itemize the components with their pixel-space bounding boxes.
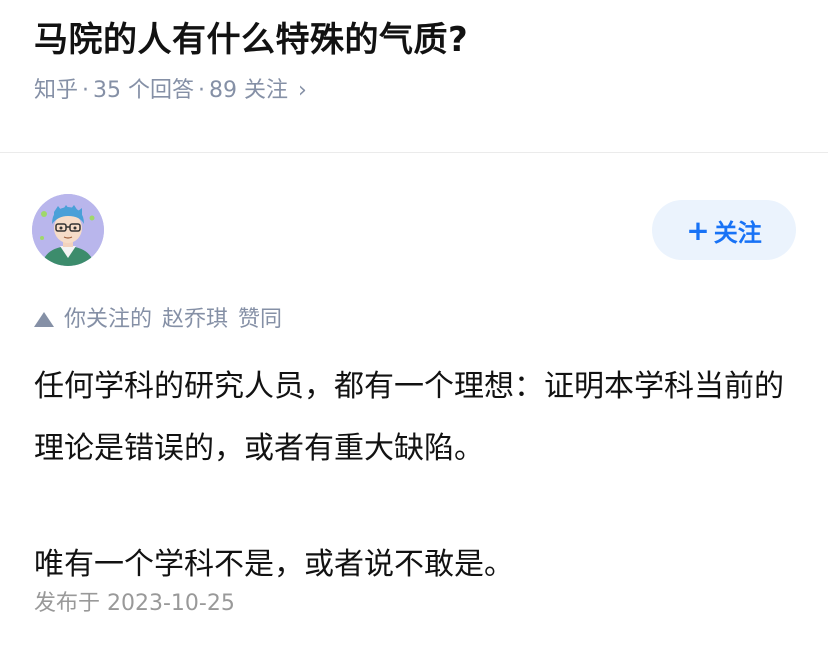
followers-count: 89 关注 [209, 78, 289, 103]
question-header[interactable]: 马院的人有什么特殊的气质? 知乎 · 35 个回答 · 89 关注 › [34, 16, 794, 108]
follow-label: 关注 [713, 218, 762, 247]
endorser-name[interactable]: 赵乔琪 [162, 302, 228, 338]
endorsement-line: 你关注的 赵乔琪 赞同 [34, 302, 282, 338]
answer-body[interactable]: 任何学科的研究人员，都有一个理想：证明本学科当前的理论是错误的，或者有重大缺陷。… [34, 356, 798, 596]
chevron-right-icon: › [298, 78, 307, 103]
triangle-up-icon [34, 311, 54, 327]
question-title[interactable]: 马院的人有什么特殊的气质? [34, 16, 794, 64]
meta-separator: · [198, 78, 206, 103]
publish-time: 发布于 2023-10-25 [34, 591, 235, 616]
plus-icon: + [686, 213, 710, 247]
source-label: 知乎 [34, 78, 79, 103]
endorsement-action: 赞同 [238, 307, 283, 332]
endorsement-prefix: 你关注的 [64, 307, 153, 332]
author-avatar[interactable] [32, 194, 104, 266]
cartoon-avatar-icon [32, 194, 104, 266]
follow-button[interactable]: + 关注 [652, 200, 796, 260]
question-meta[interactable]: 知乎 · 35 个回答 · 89 关注 › [34, 74, 794, 108]
meta-separator: · [82, 78, 90, 103]
answer-page: 马院的人有什么特殊的气质? 知乎 · 35 个回答 · 89 关注 › + 关注… [0, 0, 828, 656]
answers-count: 35 个回答 [93, 78, 195, 103]
divider [0, 152, 828, 153]
answer-paragraph: 任何学科的研究人员，都有一个理想：证明本学科当前的理论是错误的，或者有重大缺陷。 [34, 369, 784, 466]
